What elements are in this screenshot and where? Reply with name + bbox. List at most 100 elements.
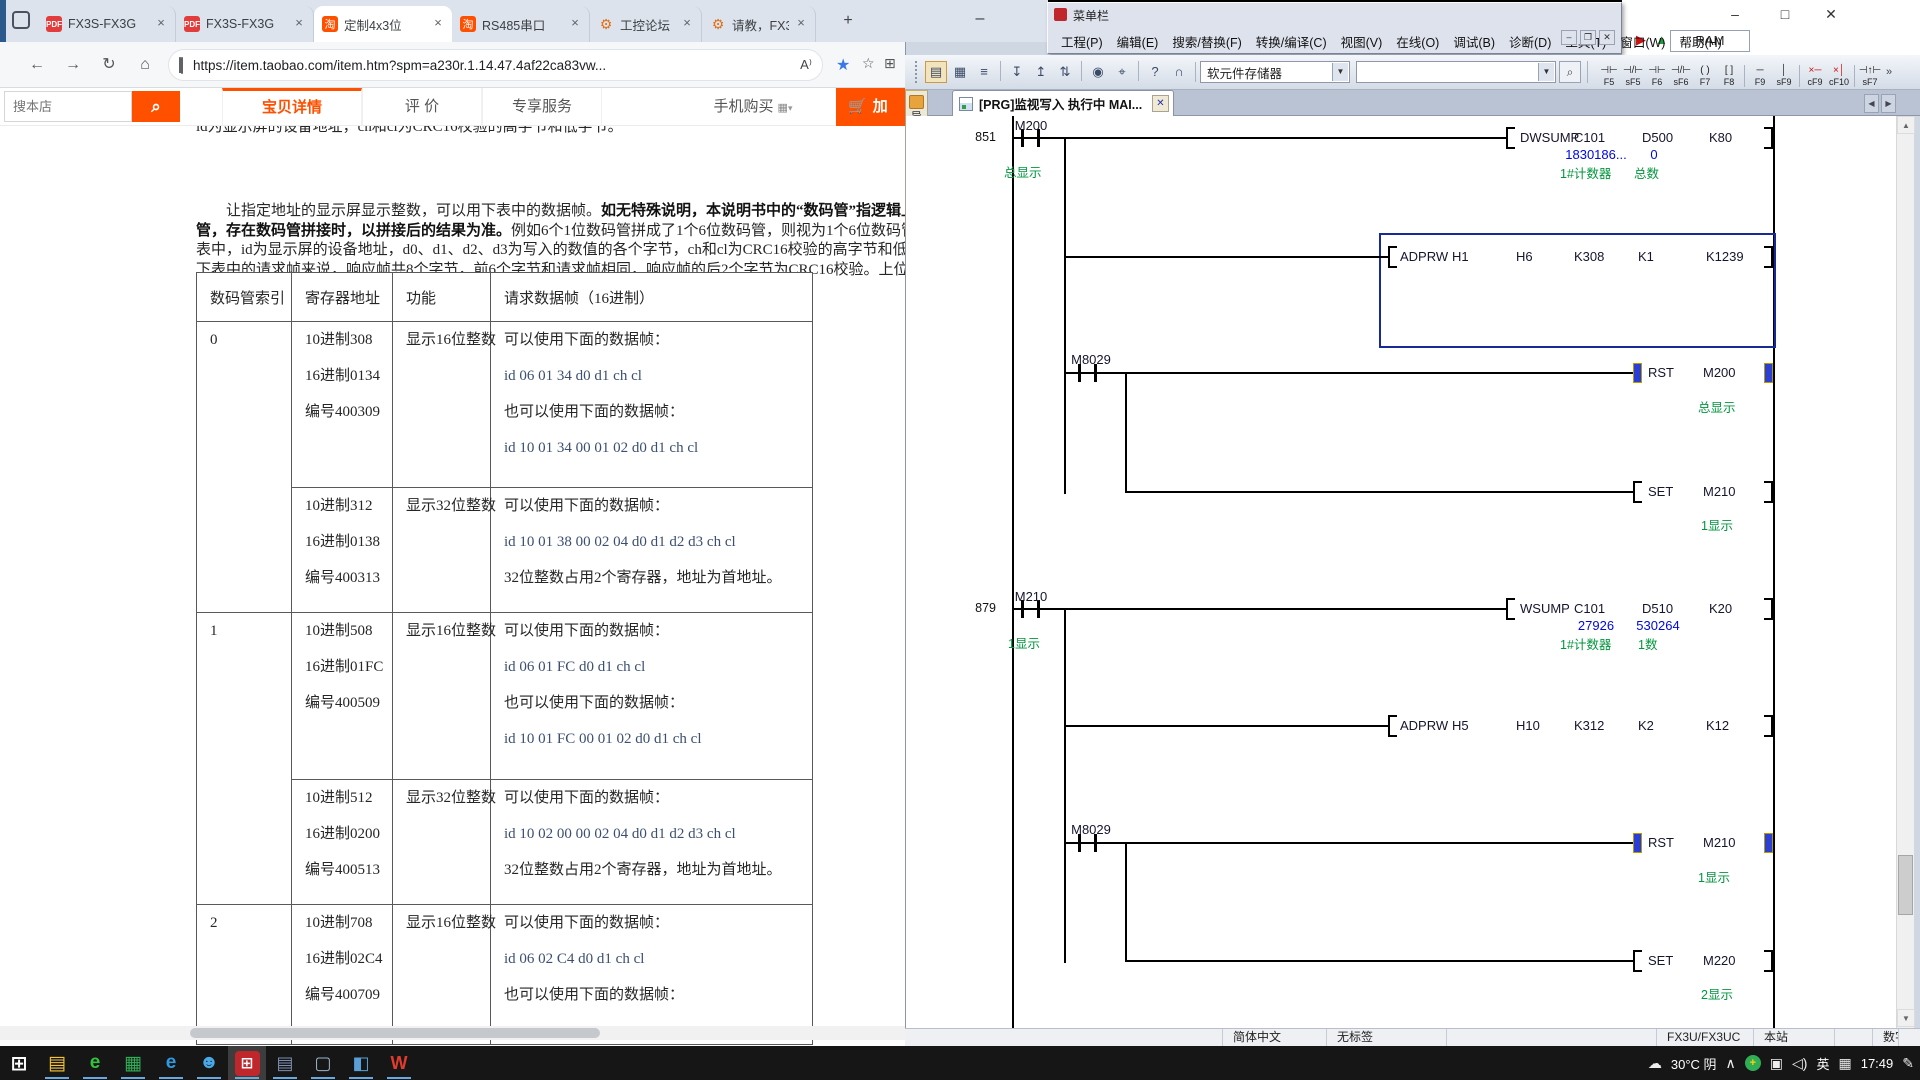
contact-device[interactable]: M210: [1006, 589, 1056, 604]
new-tab-button[interactable]: +: [838, 12, 858, 32]
instruction-operand[interactable]: H5: [1452, 718, 1469, 733]
instruction-operand[interactable]: C101: [1574, 601, 1605, 616]
instruction-operand[interactable]: K20: [1709, 601, 1732, 616]
device-search-icon[interactable]: ⌖: [1111, 61, 1133, 83]
menu-item[interactable]: 窗口(W): [1613, 32, 1672, 51]
ladder-tool-F6[interactable]: ⊣⊢F6: [1645, 65, 1669, 87]
plc-minimize-button[interactable]: –: [1718, 2, 1752, 26]
weather-icon[interactable]: ☁: [1648, 1055, 1662, 1072]
menu-item[interactable]: 帮助(H): [1672, 32, 1728, 51]
tab-close-icon[interactable]: ×: [430, 16, 446, 32]
menu-item[interactable]: 搜索/替换(F): [1165, 32, 1248, 51]
plc-close-button[interactable]: ✕: [1814, 2, 1848, 26]
page-find-icon[interactable]: ⌕: [1559, 61, 1581, 83]
instruction-name[interactable]: DWSUMP: [1520, 130, 1579, 145]
scroll-up-icon[interactable]: ▲: [1897, 116, 1915, 134]
plc-green-app[interactable]: ▦: [114, 1046, 152, 1080]
remote-desktop[interactable]: ▢: [304, 1046, 342, 1080]
tab-close-icon[interactable]: ×: [679, 16, 695, 32]
tab-close-icon[interactable]: ×: [793, 16, 809, 32]
instruction-name[interactable]: ADPRW: [1400, 249, 1448, 264]
refresh-icon[interactable]: ↻: [96, 52, 122, 78]
instruction-operand[interactable]: M200: [1703, 365, 1736, 380]
instruction-name[interactable]: SET: [1648, 484, 1673, 499]
ladder-tool-sF5[interactable]: ⊣/⊢sF5: [1621, 65, 1645, 87]
add-to-cart-button[interactable]: 🛒加: [836, 88, 905, 126]
write-to-plc-icon[interactable]: ↧: [1006, 61, 1028, 83]
browser-workspaces-icon[interactable]: [12, 11, 30, 29]
edge-browser[interactable]: e: [152, 1046, 190, 1080]
ladder-tool-sF6[interactable]: ⊣/⊢sF6: [1669, 65, 1693, 87]
shop-tab-mobile[interactable]: 手机购买▦▾: [688, 88, 818, 126]
read-aloud-icon[interactable]: A⁾: [800, 57, 812, 73]
collections-icon[interactable]: ⊞: [884, 55, 896, 72]
find-icon[interactable]: ∩: [1168, 61, 1190, 83]
menubar-close-icon[interactable]: ✕: [1599, 30, 1615, 45]
wps-office[interactable]: W: [380, 1046, 418, 1080]
clock[interactable]: 17:49: [1861, 1056, 1894, 1071]
ladder-tool-cF10[interactable]: ×│cF10: [1827, 65, 1851, 87]
contact-device[interactable]: M8029: [1064, 352, 1118, 367]
instruction-operand[interactable]: H1: [1452, 249, 1469, 264]
browser-tab[interactable]: 淘定制4x3位×: [314, 6, 452, 42]
gx-works2[interactable]: ⊞: [228, 1046, 266, 1080]
tab-close-icon[interactable]: ×: [153, 16, 169, 32]
menubar-minimize-icon[interactable]: –: [1561, 30, 1577, 45]
instruction-name[interactable]: WSUMP: [1520, 601, 1570, 616]
list-view-icon[interactable]: ≡: [973, 61, 995, 83]
instruction-name[interactable]: RST: [1648, 835, 1674, 850]
ladder-tool-sF9[interactable]: │sF9: [1772, 65, 1796, 87]
browser-tab[interactable]: 淘RS485串口×: [452, 6, 590, 42]
url-text[interactable]: https://item.taobao.com/item.htm?spm=a23…: [193, 58, 794, 73]
menu-item[interactable]: 工程(P): [1054, 32, 1110, 51]
instruction-operand[interactable]: K1: [1638, 249, 1654, 264]
device-memory-combobox[interactable]: 软元件存储器 ▼: [1200, 61, 1350, 83]
chevron-down-icon[interactable]: ▼: [1332, 63, 1348, 81]
back-icon[interactable]: ←: [24, 52, 50, 78]
menu-item[interactable]: 在线(O): [1389, 32, 1446, 51]
instruction-operand[interactable]: C101: [1574, 130, 1605, 145]
file-explorer[interactable]: ▤: [38, 1046, 76, 1080]
tab-scroll-left-icon[interactable]: ◀: [1864, 94, 1879, 113]
plc-maximize-button[interactable]: □: [1768, 2, 1802, 26]
contact-device[interactable]: M200: [1006, 118, 1056, 133]
instruction-operand[interactable]: K312: [1574, 718, 1604, 733]
scrollbar-thumb[interactable]: [1898, 855, 1913, 915]
instruction-operand[interactable]: M210: [1703, 484, 1736, 499]
tab-close-icon[interactable]: ✕: [1152, 95, 1169, 112]
ime-language-indicator[interactable]: 英: [1816, 1054, 1829, 1073]
find-combobox[interactable]: ▼: [1356, 61, 1556, 83]
browser-tab[interactable]: PDFFX3S-FX3G×: [38, 6, 176, 42]
instruction-operand[interactable]: M210: [1703, 835, 1736, 850]
contact-device[interactable]: M8029: [1064, 822, 1118, 837]
ladder-tool-F8[interactable]: [ ]F8: [1717, 65, 1741, 87]
browser-tab[interactable]: PDFFX3S-FX3G×: [176, 6, 314, 42]
scrollbar-thumb[interactable]: [190, 1028, 600, 1038]
ladder-tool-F7[interactable]: ( )F7: [1693, 65, 1717, 87]
instruction-operand[interactable]: D510: [1642, 601, 1673, 616]
window-app[interactable]: ◧: [342, 1046, 380, 1080]
shop-search-input[interactable]: [4, 91, 132, 122]
instruction-operand[interactable]: H6: [1516, 249, 1533, 264]
monitor-mode-icon[interactable]: ◉: [1087, 61, 1109, 83]
instruction-operand[interactable]: D500: [1642, 130, 1673, 145]
horizontal-scrollbar[interactable]: [0, 1026, 905, 1040]
tab-close-icon[interactable]: ×: [291, 16, 307, 32]
favorites-icon[interactable]: ☆: [862, 55, 875, 72]
instruction-name[interactable]: RST: [1648, 365, 1674, 380]
toolbar-grip[interactable]: [915, 61, 920, 83]
browser-minimize-button[interactable]: –: [965, 8, 995, 32]
verify-with-plc-icon[interactable]: ⇅: [1054, 61, 1076, 83]
instruction-operand[interactable]: H10: [1516, 718, 1540, 733]
hidden-icons-chevron[interactable]: ∧: [1726, 1055, 1736, 1072]
instruction-operand[interactable]: K80: [1709, 130, 1732, 145]
ladder-tool-cF9[interactable]: ×─cF9: [1803, 65, 1827, 87]
browser-tab[interactable]: ⚙请教，FX3×: [702, 6, 816, 42]
instruction-operand[interactable]: M220: [1703, 953, 1736, 968]
instruction-operand[interactable]: K12: [1706, 718, 1729, 733]
tab-scroll-right-icon[interactable]: ▶: [1881, 94, 1896, 113]
vertical-scrollbar[interactable]: ▲ ▼: [1896, 116, 1914, 1028]
toolbar-overflow-icon[interactable]: »: [1886, 66, 1892, 78]
menu-item[interactable]: 视图(V): [1334, 32, 1390, 51]
messenger-app[interactable]: ☻: [190, 1046, 228, 1080]
